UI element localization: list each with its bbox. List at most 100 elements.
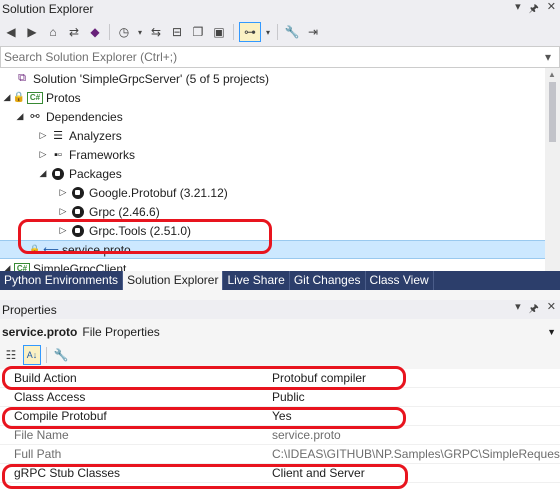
property-name: gRPC Stub Classes (14, 466, 121, 480)
close-icon[interactable]: ✕ (547, 300, 556, 319)
tab-solution-explorer[interactable]: Solution Explorer (123, 271, 224, 290)
property-pages-icon[interactable]: 🔧 (52, 345, 70, 365)
csharp-project-icon: C# (27, 91, 43, 104)
properties-titlebar: Properties ▾ 🖈 ✕ (0, 300, 560, 319)
vertical-scrollbar[interactable]: ▲ (545, 68, 560, 271)
tree-item-dependencies[interactable]: ◢ ⚯ Dependencies (0, 107, 545, 126)
package-icon (70, 224, 86, 238)
switch-views-icon[interactable]: ⇄ (65, 22, 83, 42)
tree-item-grpc[interactable]: ▷ Grpc (2.46.6) (0, 202, 545, 221)
collapse-all-icon[interactable]: ⊟ (168, 22, 186, 42)
tree-item-google-protobuf[interactable]: ▷ Google.Protobuf (3.21.12) (0, 183, 545, 202)
tree-item-grpc-tools[interactable]: ▷ Grpc.Tools (2.51.0) (0, 221, 545, 240)
property-row[interactable]: Compile Protobuf Yes (0, 407, 560, 426)
expanded-arrow-icon[interactable]: ◢ (13, 111, 27, 122)
tree-item-frameworks[interactable]: ▷ ▪▫ Frameworks (0, 145, 545, 164)
property-row[interactable]: gRPC Stub Classes Client and Server (0, 464, 560, 483)
property-name: Build Action (14, 371, 77, 385)
scroll-up-icon[interactable]: ▲ (548, 70, 556, 79)
object-type: File Properties (82, 325, 160, 339)
toolbar-divider (277, 24, 278, 40)
vs-icon[interactable]: ◆ (86, 22, 104, 42)
lock-icon: 🔒 (12, 92, 26, 103)
expanded-arrow-icon[interactable]: ◢ (0, 263, 14, 271)
package-icon (70, 205, 86, 219)
dropdown-icon[interactable]: ▾ (515, 0, 521, 19)
chevron-down-icon[interactable]: ▼ (547, 327, 560, 337)
tree-item-analyzers[interactable]: ▷ ☰ Analyzers (0, 126, 545, 145)
home-icon[interactable]: ⌂ (44, 22, 62, 42)
property-value: service.proto (272, 428, 341, 442)
search-input[interactable]: Search Solution Explorer (Ctrl+;) (1, 50, 537, 64)
expanded-arrow-icon[interactable]: ◢ (36, 168, 50, 179)
show-all-files-icon[interactable]: ❐ (189, 22, 207, 42)
tab-git-changes[interactable]: Git Changes (290, 271, 366, 290)
property-value[interactable]: Public (270, 390, 560, 404)
toolbar-divider (233, 24, 234, 40)
properties-toolbar: ☷ A↓ 🔧 (0, 344, 560, 366)
collapsed-arrow-icon[interactable]: ▷ (56, 206, 70, 217)
refresh-icon[interactable]: ▣ (210, 22, 228, 42)
property-grid: Build Action Protobuf compiler Class Acc… (0, 369, 560, 492)
tree-item-solution[interactable]: ⧉ Solution 'SimpleGrpcServer' (5 of 5 pr… (0, 69, 545, 88)
tab-live-share[interactable]: Live Share (223, 271, 290, 290)
alphabetical-icon[interactable]: A↓ (23, 345, 41, 365)
package-icon (70, 186, 86, 200)
solution-explorer-titlebar: Solution Explorer ▾ 🖈 ✕ (0, 0, 560, 18)
search-box[interactable]: Search Solution Explorer (Ctrl+;) ▾ (0, 46, 560, 68)
property-value[interactable]: Client and Server (270, 466, 560, 480)
object-name: service.proto (2, 325, 78, 339)
collapsed-arrow-icon[interactable]: ▷ (56, 225, 70, 236)
collapsed-arrow-icon[interactable]: ▷ (36, 149, 50, 160)
wrench-icon[interactable]: 🔧 (283, 22, 301, 42)
toolbar-divider (46, 347, 47, 363)
pin-icon[interactable]: 🖈 (529, 300, 539, 319)
property-value[interactable]: Protobuf compiler (270, 371, 560, 385)
preview-selected-items-icon[interactable]: ⊶ (239, 22, 261, 42)
tree-item-simplegrpcclient[interactable]: ◢ C# SimpleGrpcClient (0, 259, 545, 271)
proto-file-icon: ⟵ (43, 244, 59, 256)
frameworks-icon: ▪▫ (54, 148, 62, 161)
property-name: File Name (14, 428, 69, 442)
categorized-icon[interactable]: ☷ (2, 345, 20, 365)
property-name: Compile Protobuf (14, 409, 107, 423)
dropdown-icon[interactable]: ▾ (515, 300, 521, 319)
property-name: Class Access (14, 390, 86, 404)
analyzers-icon: ☰ (53, 130, 63, 142)
tab-python-environments[interactable]: Python Environments (0, 271, 124, 290)
collapsed-arrow-icon[interactable]: ▷ (36, 130, 50, 141)
toolbar-divider (109, 24, 110, 40)
tab-class-view[interactable]: Class View (366, 271, 434, 290)
tree-item-packages[interactable]: ◢ Packages (0, 164, 545, 183)
customize-icon[interactable]: ⇥ (304, 22, 322, 42)
chevron-down-icon[interactable]: ▾ (136, 22, 144, 42)
csharp-project-icon: C# (14, 262, 30, 271)
tree-item-service-proto[interactable]: 🔒 ⟵ service.proto (0, 240, 545, 259)
chevron-down-icon[interactable]: ▾ (264, 22, 272, 42)
scrollbar-thumb[interactable] (549, 82, 556, 142)
property-row[interactable]: Full Path C:\IDEAS\GITHUB\NP.Samples\GRP… (0, 445, 560, 464)
tree-item-protos[interactable]: ◢ 🔒 C# Protos (0, 88, 545, 107)
object-selector[interactable]: service.proto File Properties ▼ (0, 322, 560, 342)
sync-with-document-icon[interactable]: ⇆ (147, 22, 165, 42)
tool-window-tabs: Python Environments Solution Explorer Li… (0, 271, 560, 290)
back-icon[interactable]: ◀ (2, 22, 20, 42)
solution-explorer-toolbar: ◀ ▶ ⌂ ⇄ ◆ ◷ ▾ ⇆ ⊟ ❐ ▣ ⊶ ▾ 🔧 ⇥ (0, 18, 560, 46)
property-value[interactable]: Yes (270, 409, 560, 423)
forward-icon[interactable]: ▶ (23, 22, 41, 42)
property-row[interactable]: File Name service.proto (0, 426, 560, 445)
property-row[interactable]: Build Action Protobuf compiler (0, 369, 560, 388)
panel-title: Solution Explorer (2, 2, 94, 16)
collapsed-arrow-icon[interactable]: ▷ (56, 187, 70, 198)
close-icon[interactable]: ✕ (547, 0, 556, 19)
solution-icon: ⧉ (18, 72, 26, 84)
dependencies-icon: ⚯ (30, 111, 40, 123)
solution-tree: ⧉ Solution 'SimpleGrpcServer' (5 of 5 pr… (0, 68, 545, 271)
pin-icon[interactable]: 🖈 (529, 0, 539, 19)
search-options-icon[interactable]: ▾ (537, 50, 559, 64)
property-name: Full Path (14, 447, 62, 461)
property-row[interactable]: Class Access Public (0, 388, 560, 407)
panel-title: Properties (2, 302, 57, 317)
pending-changes-filter-icon[interactable]: ◷ (115, 22, 133, 42)
packages-icon (50, 167, 66, 181)
